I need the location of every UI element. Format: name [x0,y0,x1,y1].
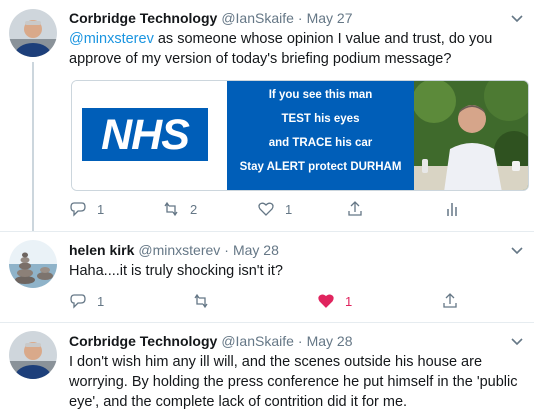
nhs-logo: NHS [82,108,208,161]
tweet-text: I don't wish him any ill will, and the s… [69,354,518,410]
reply-count: 1 [97,201,105,217]
message-line-3: and TRACE his car [268,137,373,149]
thread-line [32,62,34,232]
reply-button[interactable]: 1 [69,292,104,310]
nhs-message-panel: If you see this man TEST his eyes and TR… [227,81,414,190]
share-icon [443,293,457,308]
author-name[interactable]: Corbridge Technology [69,9,217,27]
heart-icon [258,202,274,216]
share-button[interactable] [346,200,364,218]
caret-down-icon[interactable] [508,334,526,348]
separator-dot: · [297,333,303,349]
reply-icon [70,294,86,309]
tweet-header: Corbridge Technology @IanSkaife · May 27 [69,9,526,27]
avatar-ianskaife[interactable] [9,9,57,57]
tweet-time[interactable]: May 27 [307,9,353,27]
reply-button[interactable]: 1 [69,200,104,218]
tweet-time[interactable]: May 28 [233,241,279,259]
like-count: 1 [285,201,293,217]
tweet-1[interactable]: Corbridge Technology @IanSkaife · May 27… [0,0,534,232]
retweet-icon [164,201,178,217]
message-line-1: If you see this man [268,89,373,101]
separator-dot: · [297,10,303,26]
like-button[interactable]: 1 [257,200,292,218]
retweet-icon [194,293,208,309]
man-in-garden-photo [414,81,528,190]
retweet-count: 2 [190,201,198,217]
tweet-header: helen kirk @minxsterev · May 28 [69,241,526,259]
heart-icon [318,294,334,308]
tweet-actions: 1 1 [69,292,494,312]
tweet-actions: 1 2 1 [69,200,494,220]
analytics-icon [447,203,457,216]
author-handle[interactable]: @IanSkaife [221,9,294,27]
mention-link[interactable]: @minxsterev [69,31,154,47]
share-button[interactable] [441,292,459,310]
reply-icon [70,202,86,217]
author-handle[interactable]: @minxsterev [138,241,220,259]
author-name[interactable]: helen kirk [69,241,134,259]
analytics-button[interactable] [443,200,461,218]
separator-dot: · [224,242,229,258]
caret-down-icon[interactable] [508,11,526,25]
author-name[interactable]: Corbridge Technology [69,332,217,350]
like-button[interactable]: 1 [317,292,352,310]
message-line-4: Stay ALERT protect DURHAM [239,161,402,173]
caret-down-icon[interactable] [508,243,526,257]
tweet-text: @minxsterev as someone whose opinion I v… [69,29,526,69]
reply-count: 1 [97,293,105,309]
avatar-minxsterev[interactable] [9,240,57,288]
retweet-button[interactable]: 2 [162,200,197,218]
tweet-text: Haha....it is truly shocking isn't it? [69,263,283,279]
avatar-ianskaife[interactable] [9,331,57,379]
author-handle[interactable]: @IanSkaife [221,332,294,350]
tweet-time[interactable]: May 28 [307,332,353,350]
tweet-header: Corbridge Technology @IanSkaife · May 28 [69,332,526,350]
tweet-2[interactable]: helen kirk @minxsterev · May 28 Haha....… [0,232,534,322]
like-count: 1 [345,293,353,309]
retweet-button[interactable] [192,292,210,310]
share-icon [348,201,362,216]
tweet-3[interactable]: Corbridge Technology @IanSkaife · May 28… [0,323,534,420]
tweet-media-image[interactable]: NHS If you see this man TEST his eyes an… [71,80,529,191]
message-line-2: TEST his eyes [281,113,360,125]
